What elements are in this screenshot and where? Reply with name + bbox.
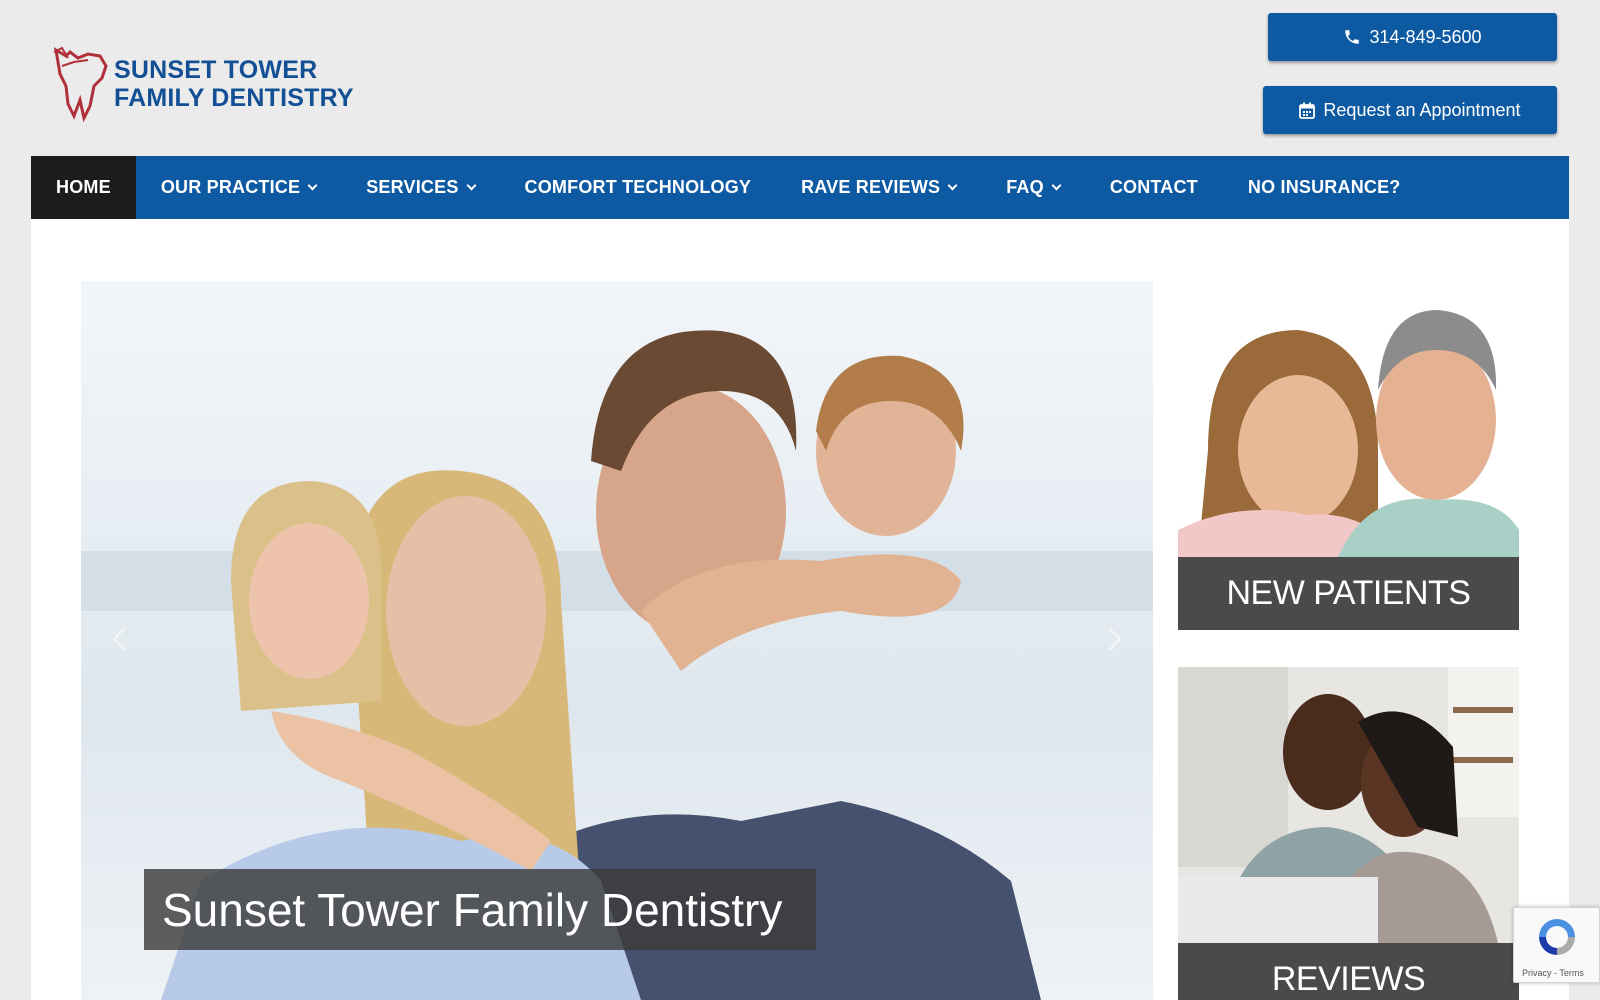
logo-text: SUNSET TOWER FAMILY DENTISTRY — [114, 56, 354, 112]
new-patients-card[interactable]: NEW PATIENTS — [1178, 300, 1519, 630]
recaptcha-links[interactable]: Privacy - Terms — [1522, 968, 1584, 978]
chevron-down-icon — [307, 180, 318, 190]
nav-item-our-practice[interactable]: OUR PRACTICE — [136, 156, 341, 219]
hero-slider[interactable]: Sunset Tower Family Dentistry — [81, 281, 1153, 1000]
site-logo[interactable]: SUNSET TOWER FAMILY DENTISTRY — [48, 46, 378, 122]
nav-item-label: RAVE REVIEWS — [801, 177, 941, 197]
nav-item-rave-reviews[interactable]: RAVE REVIEWS — [776, 156, 981, 219]
nav-item-no-insurance[interactable]: NO INSURANCE? — [1223, 156, 1426, 219]
nav-item-label: FAQ — [1006, 177, 1044, 197]
phone-button[interactable]: 314-849-5600 — [1268, 13, 1557, 61]
reviews-card[interactable]: REVIEWS — [1178, 667, 1519, 1000]
reviews-label: REVIEWS — [1178, 943, 1519, 1000]
chevron-down-icon — [1051, 180, 1062, 190]
chevron-down-icon — [947, 180, 958, 190]
reviews-photo — [1178, 667, 1519, 943]
recaptcha-badge[interactable]: Privacy - Terms — [1513, 907, 1600, 983]
nav-item-contact[interactable]: CONTACT — [1085, 156, 1223, 219]
chevron-down-icon — [466, 180, 476, 190]
tooth-logo-icon — [53, 46, 108, 122]
nav-item-label: HOME — [56, 177, 111, 197]
nav-item-services[interactable]: SERVICES — [341, 156, 499, 219]
nav-item-home[interactable]: HOME — [31, 156, 136, 219]
nav-item-label: NO INSURANCE? — [1247, 177, 1401, 197]
nav-item-comfort-technology[interactable]: COMFORT TECHNOLOGY — [500, 156, 777, 219]
phone-icon — [1345, 30, 1360, 44]
logo-line-2: FAMILY DENTISTRY — [114, 84, 354, 112]
request-appointment-button[interactable]: Request an Appointment — [1263, 86, 1557, 134]
appointment-label: Request an Appointment — [1323, 99, 1521, 120]
main-nav: HOME OUR PRACTICE SERVICES COMFORT TECHN… — [31, 156, 1569, 219]
logo-line-1: SUNSET TOWER — [114, 56, 318, 84]
new-patients-label: NEW PATIENTS — [1178, 557, 1519, 630]
calendar-icon — [1299, 102, 1316, 119]
new-patients-photo — [1178, 300, 1519, 557]
nav-item-label: COMFORT TECHNOLOGY — [524, 177, 752, 197]
nav-item-label: OUR PRACTICE — [160, 177, 301, 197]
phone-number: 314-849-5600 — [1369, 26, 1482, 47]
hero-caption: Sunset Tower Family Dentistry — [144, 869, 816, 950]
recaptcha-icon — [1539, 919, 1575, 955]
nav-item-label: CONTACT — [1109, 177, 1198, 197]
nav-item-label: SERVICES — [366, 177, 459, 197]
nav-item-faq[interactable]: FAQ — [981, 156, 1085, 219]
